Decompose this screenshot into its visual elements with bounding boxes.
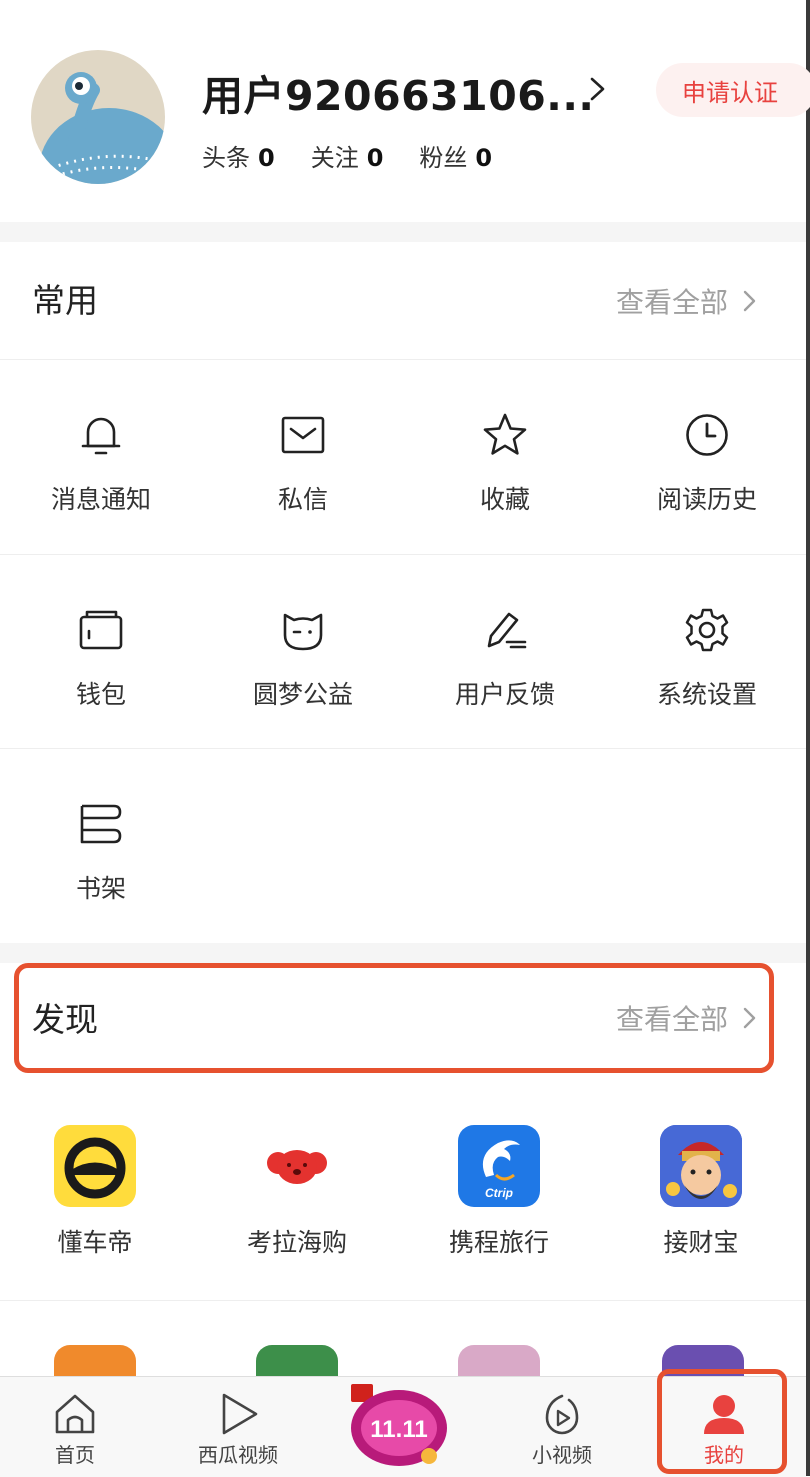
- common-item-label: 用户反馈: [454, 680, 555, 709]
- common-item-notifications[interactable]: 消息通知: [0, 360, 202, 554]
- common-item-label: 阅读历史: [656, 485, 757, 514]
- common-section-title: 常用: [32, 281, 98, 320]
- common-item-history[interactable]: 阅读历史: [606, 360, 808, 554]
- stat-followers[interactable]: 粉丝 0: [419, 138, 492, 173]
- double-eleven-promo-image: 11.11: [351, 1384, 447, 1466]
- promo-text: 11.11: [370, 1416, 427, 1443]
- common-item-label: 消息通知: [50, 485, 151, 514]
- mail-icon: [278, 410, 328, 460]
- cat-face-icon: [278, 605, 328, 655]
- common-item-label: 收藏: [479, 485, 530, 514]
- chevron-right-icon: [743, 290, 756, 312]
- divider: [0, 1300, 806, 1301]
- stat-value: 0: [366, 144, 384, 172]
- tab-me-highlight-box: [657, 1369, 787, 1474]
- app-item-jiecaibao[interactable]: 接财宝: [606, 1095, 808, 1295]
- stat-posts[interactable]: 头条 0: [202, 138, 275, 173]
- star-icon: [480, 410, 530, 460]
- gear-icon: [682, 605, 732, 655]
- bell-icon: [76, 410, 126, 460]
- common-item-label: 钱包: [75, 680, 126, 709]
- avatar[interactable]: [31, 50, 165, 184]
- common-item-messages[interactable]: 私信: [202, 360, 404, 554]
- bookshelf-icon: [76, 799, 126, 849]
- section-gap: [0, 943, 806, 963]
- ctrip-logo-text: Ctrip: [485, 1186, 513, 1200]
- common-item-label: 圆梦公益: [252, 680, 353, 709]
- common-section-header: 常用 查看全部: [0, 242, 806, 360]
- apply-verification-button[interactable]: 申请认证: [656, 63, 810, 117]
- short-video-icon: [538, 1391, 586, 1437]
- profile-header: 用户920663106... 申请认证 头条 0 关注 0 粉丝 0: [0, 0, 810, 222]
- common-item-settings[interactable]: 系统设置: [606, 555, 808, 749]
- common-item-charity[interactable]: 圆梦公益: [202, 555, 404, 749]
- profile-stats: 头条 0 关注 0 粉丝 0: [202, 138, 528, 173]
- app-label: 携程旅行: [448, 1228, 549, 1257]
- avatar-monster-image: [39, 72, 165, 184]
- stat-label: 头条: [202, 144, 250, 172]
- tab-home[interactable]: 首页: [5, 1377, 145, 1477]
- stat-value: 0: [258, 144, 275, 172]
- app-label: 懂车帝: [57, 1228, 133, 1257]
- common-item-bookshelf[interactable]: 书架: [0, 749, 202, 943]
- app-label: 考拉海购: [246, 1228, 347, 1257]
- dongchedi-app-icon: [54, 1125, 136, 1207]
- common-view-all-link[interactable]: 查看全部: [616, 242, 758, 360]
- tab-label: 首页: [55, 1443, 95, 1467]
- double-eleven-promo-button[interactable]: 11.11: [343, 1382, 455, 1472]
- view-all-label: 查看全部: [615, 286, 728, 319]
- app-item-dongchedi[interactable]: 懂车帝: [0, 1095, 202, 1295]
- stat-following[interactable]: 关注 0: [311, 138, 384, 173]
- kaola-app-icon: [256, 1125, 338, 1207]
- app-item-ctrip[interactable]: Ctrip 携程旅行: [404, 1095, 606, 1295]
- tab-label: 小视频: [532, 1443, 592, 1467]
- chevron-right-icon[interactable]: [587, 74, 609, 104]
- tab-short-video[interactable]: 小视频: [492, 1377, 632, 1477]
- play-icon: [214, 1391, 262, 1437]
- section-gap: [0, 222, 806, 242]
- wallet-icon: [76, 605, 126, 655]
- ctrip-app-icon: Ctrip: [458, 1125, 540, 1207]
- stat-value: 0: [475, 144, 493, 172]
- common-item-label: 系统设置: [656, 680, 757, 709]
- username-row[interactable]: 用户920663106...: [202, 62, 594, 122]
- discover-highlight-box: [14, 963, 774, 1073]
- clock-icon: [682, 410, 732, 460]
- common-item-wallet[interactable]: 钱包: [0, 555, 202, 749]
- common-item-label: 私信: [277, 485, 328, 514]
- app-label: 接财宝: [663, 1228, 739, 1257]
- pen-icon: [480, 605, 530, 655]
- common-item-favorites[interactable]: 收藏: [404, 360, 606, 554]
- username: 用户920663106...: [202, 72, 595, 120]
- stat-label: 粉丝: [419, 144, 468, 172]
- tab-xigua-video[interactable]: 西瓜视频: [168, 1377, 308, 1477]
- common-item-feedback[interactable]: 用户反馈: [404, 555, 606, 749]
- tab-label: 西瓜视频: [198, 1443, 278, 1467]
- jiecaibao-app-icon: [660, 1125, 742, 1207]
- stat-label: 关注: [310, 144, 359, 172]
- home-icon: [51, 1391, 99, 1437]
- app-item-kaola[interactable]: 考拉海购: [202, 1095, 404, 1295]
- common-item-label: 书架: [75, 874, 126, 903]
